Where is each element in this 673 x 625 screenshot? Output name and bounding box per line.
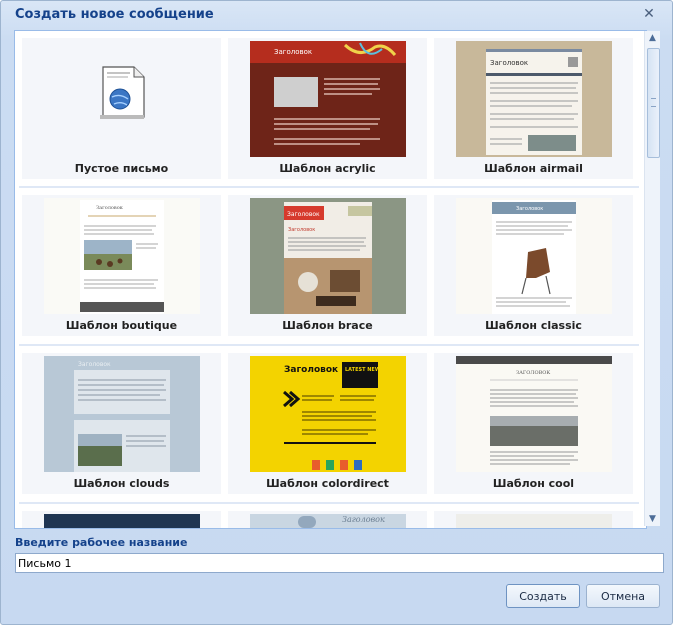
colordirect-template-thumbnail: Заголовок LATEST NEWS	[250, 356, 406, 472]
row-divider	[19, 502, 639, 504]
template-tile-airmail[interactable]: Заголовок Шаблон airmail	[434, 38, 633, 179]
template-gallery[interactable]: Пустое письмо Заголовок Шаблон acrylic З…	[14, 30, 647, 529]
scroll-down-arrow-icon[interactable]: ▼	[645, 512, 660, 526]
clouds-heading: Заголовок	[78, 361, 111, 368]
brace-heading: Заголовок	[287, 211, 320, 218]
classic-template-thumbnail: Заголовок	[456, 198, 612, 314]
template-label: Шаблон airmail	[484, 162, 583, 175]
template-tile-acrylic[interactable]: Заголовок Шаблон acrylic	[228, 38, 427, 179]
acrylic-template-thumbnail: Заголовок	[250, 41, 406, 157]
template-label: Шаблон boutique	[65, 319, 178, 332]
airmail-heading: Заголовок	[490, 59, 528, 67]
boutique-heading: Заголовок	[96, 205, 124, 211]
clouds-template-thumbnail: Заголовок	[44, 356, 200, 472]
template-label: Шаблон brace	[282, 319, 373, 332]
cool-heading: ЗАГОЛОВОК	[516, 370, 550, 376]
airmail-template-thumbnail: Заголовок	[456, 41, 612, 157]
brace-subheading: Заголовок	[288, 227, 315, 233]
dialog-titlebar[interactable]: Создать новое сообщение ✕	[1, 1, 672, 27]
template-tile-partial[interactable]: Заголовок	[228, 511, 427, 528]
name-input[interactable]	[15, 553, 664, 573]
create-button[interactable]: Создать	[506, 584, 580, 608]
template-label: Шаблон clouds	[73, 477, 170, 490]
template-tile-partial[interactable]	[22, 511, 221, 528]
template-tile-partial[interactable]	[434, 511, 633, 528]
template-tile-boutique[interactable]: Заголовок Шаблон boutique	[22, 195, 221, 336]
cancel-button[interactable]: Отмена	[586, 584, 660, 608]
template-label: Шаблон classic	[485, 319, 582, 332]
scrollbar-thumb[interactable]	[647, 48, 660, 158]
scroll-up-arrow-icon[interactable]: ▲	[645, 31, 660, 45]
latest-news-label: LATEST NEWS	[345, 367, 384, 373]
template-tile-colordirect[interactable]: Заголовок LATEST NEWS Шаблон colordirect	[228, 353, 427, 494]
brace-template-thumbnail: Заголовок Заголовок	[250, 198, 406, 314]
create-message-dialog: Создать новое сообщение ✕ Пустое письмо	[0, 0, 673, 625]
blank-document-icon	[44, 41, 200, 157]
partial-template-thumbnail	[44, 514, 200, 528]
partial-template-thumbnail: Заголовок	[250, 514, 406, 528]
partial-avatar	[298, 516, 316, 528]
name-field-label: Введите рабочее название	[15, 536, 188, 549]
template-tile-clouds[interactable]: Заголовок Шаблон clouds	[22, 353, 221, 494]
template-label: Шаблон acrylic	[279, 162, 376, 175]
boutique-template-thumbnail: Заголовок	[44, 198, 200, 314]
gallery-scrollbar[interactable]: ▲ ▼	[644, 31, 660, 526]
template-label: Шаблон colordirect	[266, 477, 389, 490]
template-tile-brace[interactable]: Заголовок Заголовок Шаблон brace	[228, 195, 427, 336]
cool-template-thumbnail: ЗАГОЛОВОК	[456, 356, 612, 472]
template-label: Шаблон cool	[492, 477, 575, 490]
dialog-title: Создать новое сообщение	[15, 7, 214, 22]
classic-heading: Заголовок	[516, 206, 543, 212]
partial-heading: Заголовок	[342, 515, 385, 524]
row-divider	[19, 186, 639, 188]
scrollbar-grip-icon	[651, 98, 656, 107]
template-tile-classic[interactable]: Заголовок Шаблон classic	[434, 195, 633, 336]
close-icon[interactable]: ✕	[642, 7, 656, 21]
colordirect-heading: Заголовок	[284, 365, 338, 375]
template-label: Пустое письмо	[74, 162, 169, 175]
template-tile-cool[interactable]: ЗАГОЛОВОК Шаблон cool	[434, 353, 633, 494]
template-tile-blank[interactable]: Пустое письмо	[22, 38, 221, 179]
acrylic-heading: Заголовок	[274, 48, 312, 56]
partial-template-thumbnail	[456, 514, 612, 528]
row-divider	[19, 344, 639, 346]
